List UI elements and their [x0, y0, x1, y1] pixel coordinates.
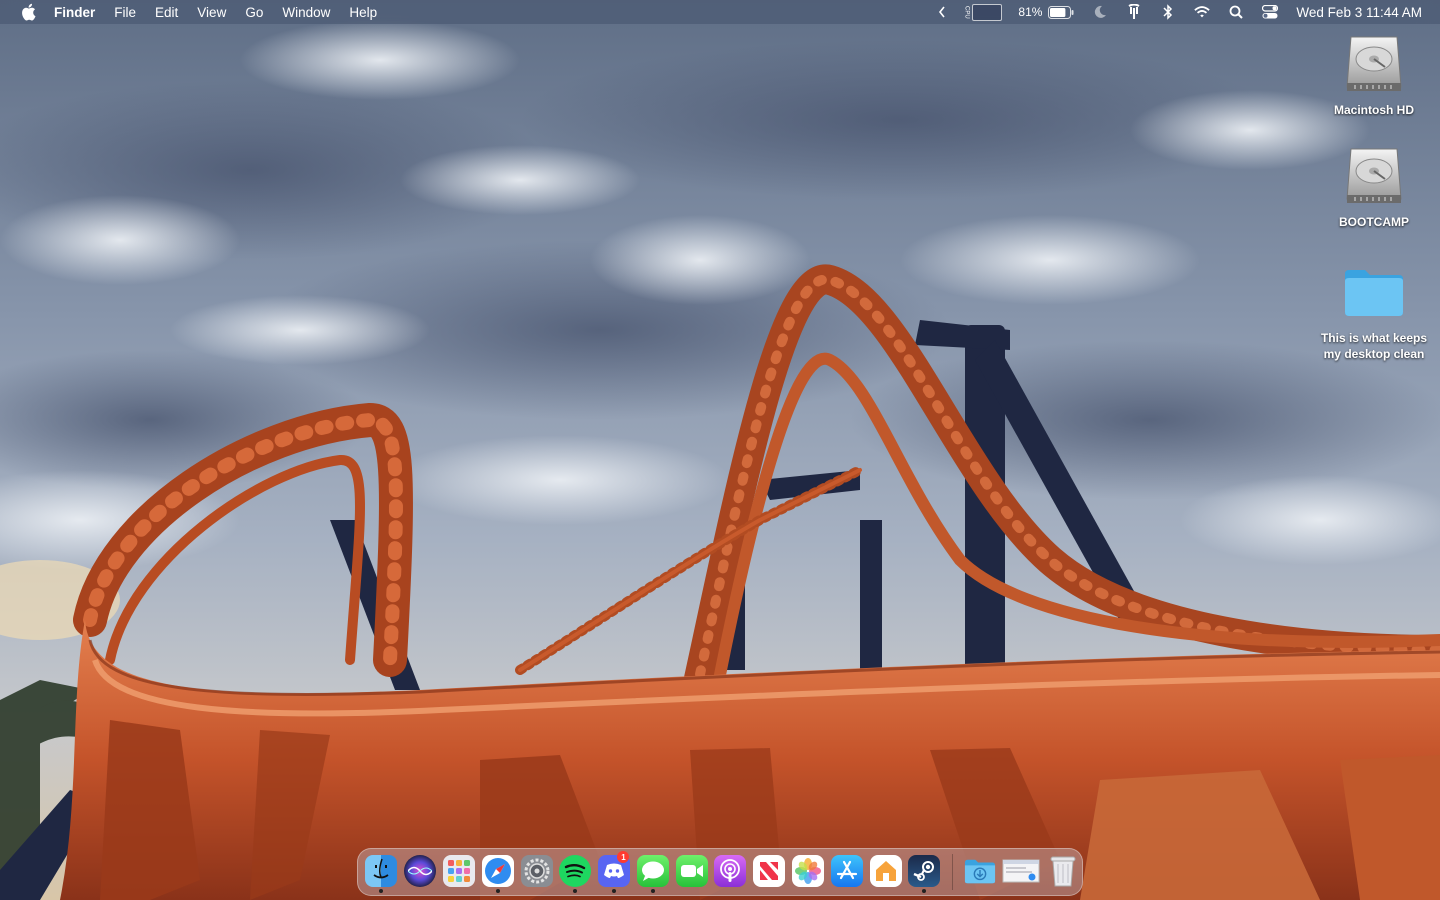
desktop-item-macintosh-hd[interactable]: Macintosh HD: [1314, 30, 1434, 118]
steam-icon: [908, 855, 941, 887]
finder-icon: [365, 855, 398, 887]
dock-app-app-store[interactable]: [827, 850, 866, 894]
dock-separator: [951, 854, 953, 890]
bluetooth-icon[interactable]: [1160, 4, 1176, 20]
facetime-icon: [675, 855, 708, 887]
gear-icon: [520, 855, 553, 887]
dock-app-siri[interactable]: [401, 850, 440, 894]
desktop-wallpaper: [0, 0, 1440, 900]
dock-app-safari[interactable]: [478, 850, 517, 894]
dock-trash[interactable]: [1043, 850, 1082, 894]
dock-app-steam[interactable]: [905, 850, 944, 894]
cpu-label: CPU: [963, 5, 970, 19]
running-indicator: [922, 889, 927, 893]
dock-app-spotify[interactable]: [556, 850, 595, 894]
hard-drive-icon: [1342, 30, 1406, 98]
launchpad-icon: [442, 855, 475, 887]
desktop-item-folder[interactable]: This is what keeps my desktop clean: [1314, 258, 1434, 362]
moon-icon[interactable]: [1092, 4, 1108, 20]
battery-icon[interactable]: [1048, 4, 1074, 20]
cpu-graph: [972, 3, 1003, 21]
desktop-item-bootcamp[interactable]: BOOTCAMP: [1314, 142, 1434, 230]
spotify-icon: [559, 855, 592, 887]
dock-app-finder[interactable]: [362, 850, 401, 894]
dock-app-news[interactable]: [750, 850, 789, 894]
menu-view[interactable]: View: [197, 5, 226, 20]
dock-app-podcasts[interactable]: [711, 850, 750, 894]
battery-percent: 81%: [1018, 5, 1043, 19]
clock[interactable]: Wed Feb 3 11:44 AM: [1296, 5, 1422, 20]
menu-go[interactable]: Go: [245, 5, 263, 20]
dock-app-messages[interactable]: [633, 850, 672, 894]
home-icon: [869, 855, 902, 887]
desktop-item-label: BOOTCAMP: [1339, 215, 1409, 229]
menu-help[interactable]: Help: [349, 5, 377, 20]
dock-downloads-folder[interactable]: [961, 850, 1000, 894]
dock-screenshot[interactable]: [1000, 850, 1044, 894]
dock-app-launchpad[interactable]: [440, 850, 479, 894]
dock-app-discord[interactable]: 1: [595, 850, 634, 894]
downloads-folder-icon: [964, 855, 996, 887]
siri-icon: [404, 855, 437, 887]
menu-bar: Finder File Edit View Go Window Help CPU…: [0, 0, 1440, 24]
news-icon: [753, 855, 786, 887]
running-indicator: [650, 889, 655, 893]
running-indicator: [573, 889, 578, 893]
airport-icon[interactable]: [1126, 4, 1142, 20]
messages-icon: [636, 855, 669, 887]
screenshot-thumbnail-icon: [1002, 855, 1040, 887]
wifi-icon[interactable]: [1194, 4, 1211, 20]
hard-drive-icon: [1342, 142, 1406, 210]
trash-icon: [1047, 855, 1079, 887]
control-center-icon[interactable]: [1262, 4, 1279, 20]
photos-icon: [791, 855, 824, 887]
running-indicator: [612, 889, 617, 893]
dock-app-photos[interactable]: [789, 850, 828, 894]
menu-window[interactable]: Window: [282, 5, 330, 20]
dock-app-facetime[interactable]: [672, 850, 711, 894]
menu-edit[interactable]: Edit: [155, 5, 178, 20]
dock-app-system-preferences[interactable]: [517, 850, 556, 894]
dock-app-home[interactable]: [866, 850, 905, 894]
safari-icon: [481, 855, 514, 887]
menu-app-finder[interactable]: Finder: [54, 5, 95, 20]
desktop-item-label: Macintosh HD: [1333, 103, 1414, 117]
chevron-left-icon[interactable]: [937, 4, 947, 20]
cpu-monitor-icon[interactable]: CPU: [961, 3, 1003, 21]
podcasts-icon: [714, 855, 747, 887]
menu-file[interactable]: File: [114, 5, 136, 20]
spotlight-icon[interactable]: [1228, 4, 1244, 20]
apple-menu-icon[interactable]: [20, 3, 36, 21]
dock: 1: [357, 848, 1083, 896]
running-indicator: [379, 889, 384, 893]
app-store-icon: [830, 855, 863, 887]
folder-icon: [1342, 258, 1406, 326]
running-indicator: [495, 889, 500, 893]
desktop-item-label: This is what keeps my desktop clean: [1320, 331, 1428, 361]
